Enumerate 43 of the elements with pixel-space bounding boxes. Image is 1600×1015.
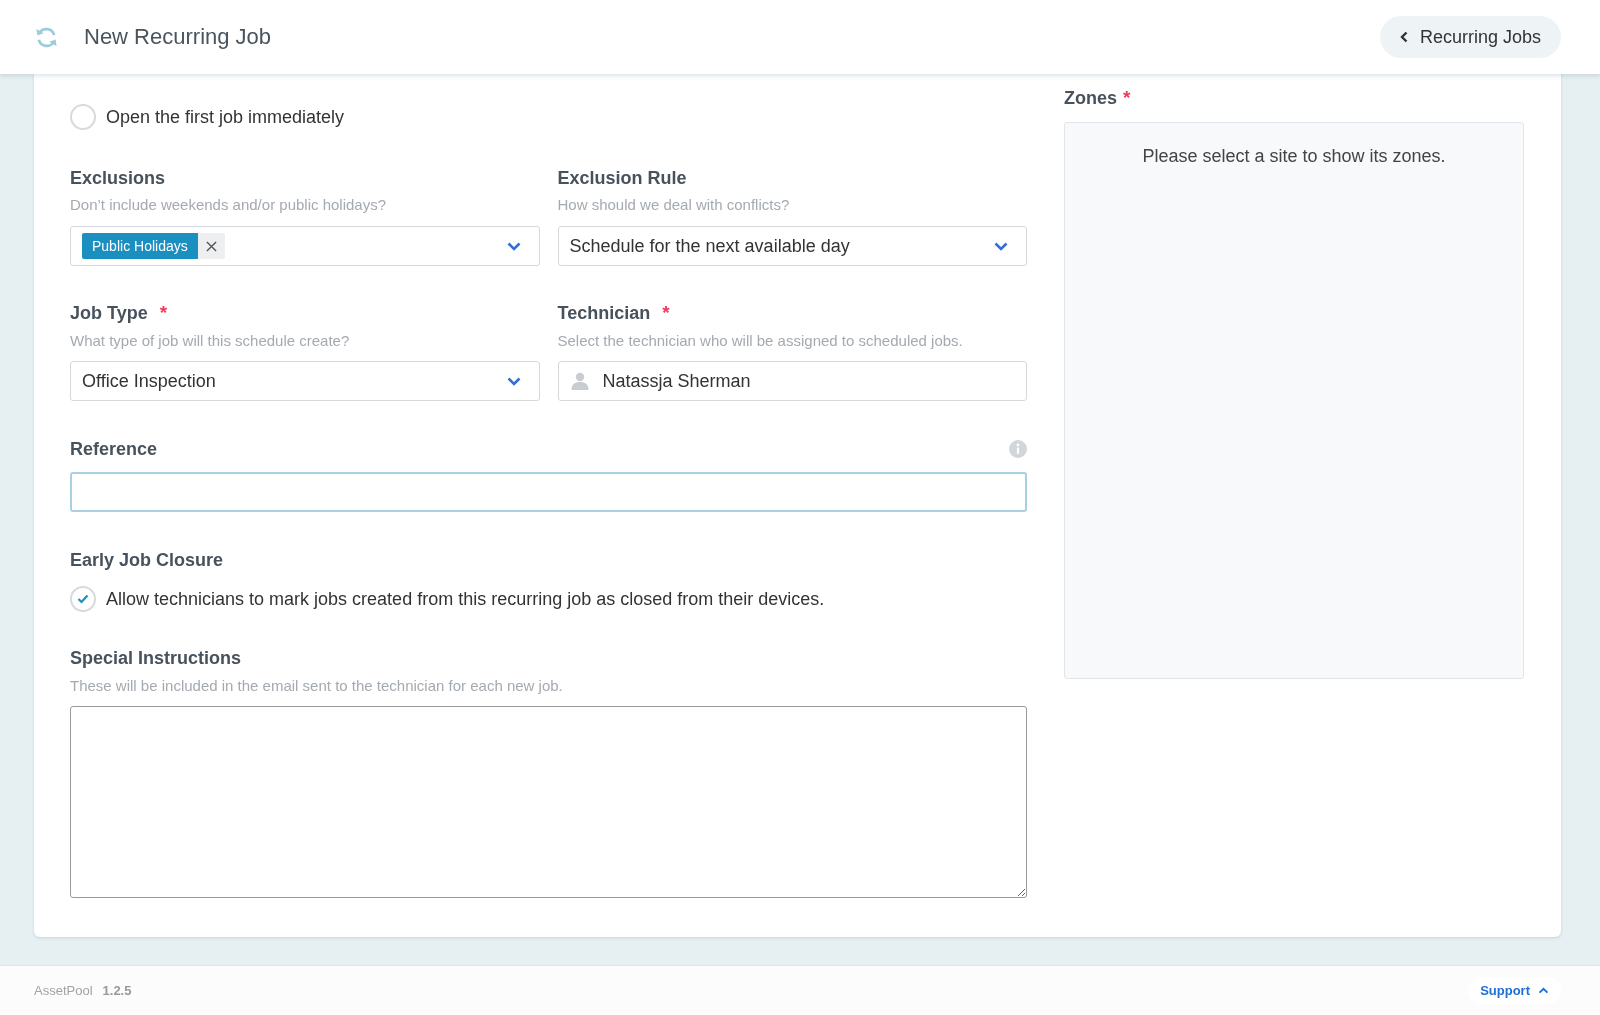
- field-label: Exclusion Rule: [557, 167, 688, 189]
- field-label: Special Instructions: [70, 647, 243, 669]
- chevron-down-icon: [994, 241, 1008, 251]
- chevron-down-icon: [506, 376, 521, 386]
- chevron-down-icon: [506, 241, 521, 251]
- technician-field[interactable]: Natassja Sherman: [557, 361, 1027, 401]
- required-mark: *: [159, 302, 168, 324]
- option-label: Allow technicians to mark jobs created from this recurring job as closed from their devices.: [106, 588, 825, 610]
- required-mark: *: [1123, 87, 1131, 109]
- empty-message: Please select a site to show its zones.: [1142, 145, 1446, 168]
- field-hint: How should we deal with conflicts?: [557, 195, 791, 215]
- back-button[interactable]: Recurring Jobs: [1379, 16, 1561, 58]
- select-field[interactable]: Office Inspection: [70, 361, 540, 401]
- chevron-left-icon: [1399, 31, 1408, 43]
- field-label: Exclusions: [70, 167, 167, 189]
- close-icon: [205, 240, 217, 252]
- info-icon[interactable]: [1009, 440, 1027, 458]
- field-hint: These will be included in the email sent to the technician for each new job.: [70, 676, 564, 696]
- instructions-textarea[interactable]: [70, 706, 1027, 898]
- field-hint: Select the technician who will be assigned to scheduled jobs.: [557, 331, 964, 351]
- caret-up-icon: [1538, 987, 1549, 994]
- reference-input[interactable]: [70, 472, 1027, 512]
- field-label: Early Job Closure: [70, 549, 225, 571]
- person-icon: [570, 372, 589, 390]
- required-mark: *: [662, 302, 670, 324]
- field-hint: Don’t include weekends and/or public holidays?: [70, 195, 388, 215]
- check-icon: [77, 594, 89, 604]
- page-title: New Recurring Job: [84, 24, 272, 50]
- tag: Public Holidays: [82, 233, 198, 259]
- field-label: Job Type: [70, 302, 148, 324]
- option-label: Open the first job immediately: [106, 106, 345, 128]
- select-field[interactable]: Schedule for the next available day: [557, 226, 1027, 266]
- field-hint: What type of job will this schedule create?: [70, 331, 351, 351]
- version-label: 1.2.5: [102, 983, 132, 998]
- multi-select-field[interactable]: Public Holidays: [70, 226, 540, 266]
- checkbox[interactable]: [70, 586, 96, 612]
- tag-remove-button[interactable]: [197, 233, 225, 259]
- refresh-icon: [35, 25, 58, 49]
- field-label: Zones: [1064, 87, 1117, 109]
- app-name: AssetPool: [34, 983, 93, 998]
- field-label: Technician: [557, 302, 651, 324]
- field-label: Reference: [70, 438, 158, 460]
- radio-button[interactable]: [70, 104, 96, 130]
